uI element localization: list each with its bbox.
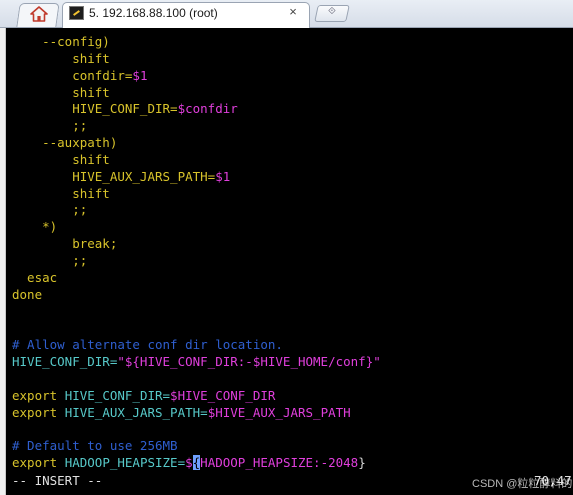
code-token: ;;: [12, 118, 88, 134]
code-token: export: [12, 387, 65, 403]
code-token: $1: [215, 168, 231, 184]
code-line: shift: [12, 186, 381, 203]
code-token: HIVE_CONF_DIR=: [12, 354, 118, 370]
code-token: *): [12, 219, 58, 235]
code-token: HIVE_AUX_JARS_PATH=: [12, 168, 216, 184]
tab-bar: 5. 192.168.88.100 (root) × ⟐: [0, 0, 573, 28]
editor-buffer[interactable]: --config) shift confdir=$1 shift HIVE_CO…: [12, 34, 381, 472]
code-token: # Default to use 256MB: [12, 438, 178, 454]
code-line: export HIVE_AUX_JARS_PATH=$HIVE_AUX_JARS…: [12, 405, 381, 422]
code-line: break;: [12, 236, 381, 253]
code-token: done: [12, 286, 43, 302]
code-token: $confdir: [177, 101, 238, 117]
code-token: $1: [132, 67, 148, 83]
code-line: --config): [12, 34, 381, 51]
code-line: export HIVE_CONF_DIR=$HIVE_CONF_DIR: [12, 388, 381, 405]
code-token: --config): [12, 34, 110, 49]
code-line: # Default to use 256MB: [12, 438, 381, 455]
close-tab-icon[interactable]: ×: [286, 5, 300, 19]
code-token: HIVE_CONF_DIR=: [12, 101, 178, 117]
tab-session-title: 5. 192.168.88.100 (root): [89, 6, 218, 20]
code-token: $: [185, 455, 193, 471]
code-token: }: [358, 455, 366, 471]
code-line: --auxpath): [12, 135, 381, 152]
code-token: # Allow alternate conf dir location.: [12, 337, 283, 353]
terminal-session-icon: [69, 6, 84, 20]
code-token: export: [12, 455, 65, 471]
code-line: export HADOOP_HEAPSIZE=${HADOOP_HEAPSIZE…: [12, 455, 381, 472]
code-token: HADOOP_HEAPSIZE=: [64, 455, 186, 471]
code-token: shift: [12, 50, 110, 66]
code-line: confdir=$1: [12, 68, 381, 85]
code-token: export: [12, 404, 65, 420]
code-token: --auxpath): [12, 135, 118, 151]
code-line: HIVE_CONF_DIR=$confdir: [12, 101, 381, 118]
code-line: ;;: [12, 118, 381, 135]
code-line: ;;: [12, 202, 381, 219]
code-line: shift: [12, 85, 381, 102]
code-token: HADOOP_HEAPSIZE:-2048: [200, 455, 359, 471]
code-token: "${HIVE_CONF_DIR:-$HIVE_HOME/conf}": [117, 354, 381, 370]
code-line: done: [12, 287, 381, 304]
terminal-pane[interactable]: --config) shift confdir=$1 shift HIVE_CO…: [6, 28, 573, 495]
watermark: CSDN @粒粒醇料的: [472, 478, 573, 490]
code-token: HIVE_AUX_JARS_PATH=: [64, 404, 208, 420]
code-line: HIVE_CONF_DIR="${HIVE_CONF_DIR:-$HIVE_HO…: [12, 354, 381, 371]
code-token: $HIVE_AUX_JARS_PATH: [207, 404, 351, 420]
code-token: ;;: [12, 202, 88, 218]
code-line: shift: [12, 152, 381, 169]
home-icon[interactable]: [30, 6, 48, 22]
code-line: *): [12, 219, 381, 236]
code-line: esac: [12, 270, 381, 287]
code-token: shift: [12, 185, 110, 201]
code-token: esac: [12, 269, 58, 285]
new-tab-icon: ⟐: [328, 6, 336, 17]
code-token: shift: [12, 151, 110, 167]
code-token: confdir=: [12, 67, 133, 83]
code-token: shift: [12, 84, 110, 100]
code-line: shift: [12, 51, 381, 68]
code-token: $HIVE_CONF_DIR: [170, 387, 276, 403]
code-line: ;;: [12, 253, 381, 270]
code-token: ;;: [12, 252, 88, 268]
code-token: break;: [12, 236, 118, 252]
code-line: HIVE_AUX_JARS_PATH=$1: [12, 169, 381, 186]
code-line: # Allow alternate conf dir location.: [12, 337, 381, 354]
vim-mode-indicator: -- INSERT --: [12, 473, 103, 488]
code-token: HIVE_CONF_DIR=: [64, 387, 171, 403]
